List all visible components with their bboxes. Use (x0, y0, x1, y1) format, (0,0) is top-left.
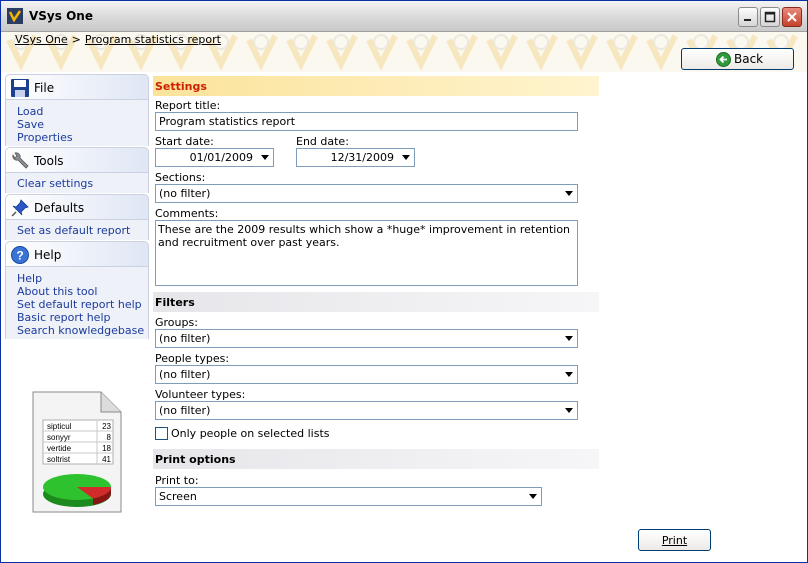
filters-section-header: Filters (153, 292, 599, 312)
pushpin-icon (11, 199, 29, 217)
chevron-down-icon[interactable] (257, 150, 272, 165)
graphic-row-4-name: soltrist (47, 455, 71, 464)
only-selected-lists-label[interactable]: Only people on selected lists (171, 427, 330, 440)
svg-text:?: ? (16, 249, 23, 263)
people-types-label: People types: (155, 352, 230, 365)
print-options-heading: Print options (155, 453, 236, 466)
sidebar: File Load Save Properties Tools Clear se… (5, 74, 149, 370)
sidebar-item-load[interactable]: Load (17, 105, 43, 118)
graphic-row-2-value: 8 (107, 433, 112, 442)
report-title-label: Report title: (155, 99, 221, 112)
minimize-button[interactable] (738, 7, 758, 27)
report-document-icon: sipticul 23 sonyyr 8 vertide 18 soltrist… (32, 391, 122, 513)
breadcrumb: VSys One > Program statistics report (15, 33, 221, 46)
chevron-down-icon[interactable] (561, 367, 576, 382)
window-title: VSys One (29, 9, 93, 23)
breadcrumb-home-link[interactable]: VSys One (15, 33, 68, 46)
groups-select[interactable]: (no filter) (155, 329, 578, 348)
sidebar-item-save[interactable]: Save (17, 118, 44, 131)
volunteer-types-select[interactable]: (no filter) (155, 401, 578, 420)
groups-label: Groups: (155, 316, 198, 329)
start-date-picker[interactable]: 01/01/2009 (155, 148, 274, 167)
sidebar-tools-items: Clear settings (5, 173, 149, 193)
sidebar-item-properties[interactable]: Properties (17, 131, 73, 144)
close-icon (787, 12, 797, 22)
sidebar-panel-help[interactable]: ? Help (5, 241, 149, 267)
sections-label: Sections: (155, 171, 206, 184)
vsys-logo-icon (7, 8, 23, 24)
sidebar-tools-label: Tools (34, 154, 64, 168)
groups-value: (no filter) (159, 332, 211, 345)
chevron-down-icon[interactable] (561, 403, 576, 418)
sidebar-help-label: Help (34, 248, 62, 262)
print-to-value: Screen (159, 490, 197, 503)
settings-section-header: Settings (153, 76, 599, 96)
sidebar-item-search-knowledgebase[interactable]: Search knowledgebase (17, 324, 144, 337)
comments-value: These are the 2009 results which show a … (158, 223, 571, 249)
sidebar-item-about[interactable]: About this tool (17, 285, 97, 298)
start-date-value: 01/01/2009 (189, 151, 253, 164)
title-bar[interactable]: VSys One (1, 1, 807, 32)
comments-textarea[interactable]: These are the 2009 results which show a … (155, 220, 578, 286)
print-to-label: Print to: (155, 474, 199, 487)
sidebar-item-clear-settings[interactable]: Clear settings (17, 177, 93, 190)
sidebar-help-items: Help About this tool Set default report … (5, 267, 149, 339)
chevron-down-icon[interactable] (525, 489, 540, 504)
maximize-icon (764, 11, 776, 23)
minimize-icon (744, 19, 751, 21)
print-button[interactable]: Print (638, 529, 711, 551)
end-date-value: 12/31/2009 (330, 151, 394, 164)
breadcrumb-current-link[interactable]: Program statistics report (85, 33, 221, 46)
sidebar-defaults-items: Set as default report (5, 220, 149, 240)
graphic-row-2-name: sonyyr (47, 433, 71, 442)
people-types-select[interactable]: (no filter) (155, 365, 578, 384)
wrench-icon (12, 152, 29, 169)
volunteer-types-value: (no filter) (159, 404, 211, 417)
volunteer-types-label: Volunteer types: (155, 388, 246, 401)
sidebar-panel-tools[interactable]: Tools (5, 147, 149, 173)
report-title-input[interactable]: Program statistics report (155, 112, 578, 131)
client-area: VSys One > Program statistics report Back … (1, 32, 807, 562)
print-options-section-header: Print options (153, 449, 599, 469)
graphic-row-3-value: 18 (102, 444, 111, 453)
back-arrow-icon (716, 52, 731, 67)
sidebar-defaults-label: Defaults (34, 201, 85, 215)
chevron-down-icon[interactable] (561, 331, 576, 346)
start-date-label: Start date: (155, 135, 214, 148)
print-button-label: Print (661, 534, 688, 547)
chevron-down-icon[interactable] (561, 186, 576, 201)
graphic-row-1-name: sipticul (47, 422, 72, 431)
back-button[interactable]: Back (681, 48, 794, 70)
sidebar-item-help[interactable]: Help (17, 272, 42, 285)
sections-value: (no filter) (159, 187, 211, 200)
sidebar-file-items: Load Save Properties (5, 100, 149, 146)
sidebar-item-basic-report-help[interactable]: Basic report help (17, 311, 111, 324)
breadcrumb-separator: > (71, 33, 81, 46)
sidebar-item-set-default-report[interactable]: Set as default report (17, 224, 130, 237)
sections-select[interactable]: (no filter) (155, 184, 578, 203)
sidebar-panel-file[interactable]: File (5, 74, 149, 100)
comments-label: Comments: (155, 207, 219, 220)
sidebar-file-label: File (34, 81, 55, 95)
graphic-row-1-value: 23 (102, 422, 111, 431)
filters-heading: Filters (155, 296, 195, 309)
settings-heading: Settings (155, 80, 207, 93)
maximize-button[interactable] (760, 7, 780, 27)
print-to-select[interactable]: Screen (155, 487, 542, 506)
sidebar-panel-defaults[interactable]: Defaults (5, 194, 149, 220)
people-types-value: (no filter) (159, 368, 211, 381)
report-title-value: Program statistics report (159, 115, 296, 128)
chevron-down-icon[interactable] (398, 150, 413, 165)
end-date-picker[interactable]: 12/31/2009 (296, 148, 415, 167)
back-button-label: Back (734, 52, 764, 66)
close-button[interactable] (782, 7, 802, 27)
end-date-label: End date: (296, 135, 349, 148)
floppy-disk-icon (11, 79, 29, 97)
app-window: VSys One VSys One > Program statistics r… (0, 0, 808, 563)
only-selected-lists-checkbox[interactable] (155, 427, 168, 440)
graphic-row-3-name: vertide (47, 444, 72, 453)
sidebar-item-set-default-report-help[interactable]: Set default report help (17, 298, 142, 311)
graphic-row-4-value: 41 (102, 455, 111, 464)
help-icon: ? (11, 246, 29, 264)
